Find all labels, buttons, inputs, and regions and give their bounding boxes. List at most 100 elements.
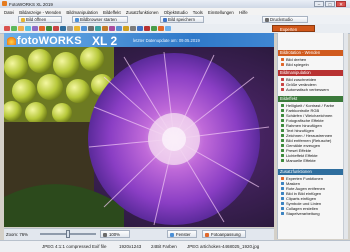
save-icon bbox=[162, 18, 167, 22]
text-icon bbox=[280, 128, 284, 133]
pencil-icon bbox=[280, 133, 284, 138]
photo-adjust-button[interactable]: Fotoanpassung bbox=[202, 230, 246, 238]
rotate-icon bbox=[280, 57, 284, 62]
frame-icon bbox=[280, 123, 284, 128]
eye-icon bbox=[280, 186, 284, 191]
brightness-icon[interactable] bbox=[46, 25, 52, 31]
section-manipulation-title: Bildmanipulation bbox=[280, 70, 311, 75]
menu-zusatzfunktionen[interactable]: Zusatzfunktionen bbox=[126, 10, 159, 15]
window-title: FotoWORKS XL 2019 bbox=[9, 1, 53, 7]
color-icon[interactable] bbox=[53, 25, 59, 31]
resize-icon[interactable] bbox=[39, 25, 45, 31]
menu-tools[interactable]: Tools bbox=[193, 10, 203, 15]
camera-icon bbox=[280, 118, 284, 123]
magnifier-icon bbox=[103, 232, 107, 237]
brush-icon bbox=[280, 143, 284, 148]
status-format: JPEG 4:1:1 compressed Exif file bbox=[42, 243, 107, 249]
expert-functions-button[interactable]: Experten Funktionen bbox=[272, 25, 315, 39]
clipart-icon[interactable] bbox=[102, 25, 108, 31]
print-studio-button[interactable]: Druckstudio bbox=[262, 16, 308, 23]
mask-icon bbox=[280, 181, 284, 186]
section-rotation-header[interactable]: Bildrotation - Wenden bbox=[278, 50, 348, 56]
image-canvas[interactable] bbox=[4, 47, 274, 227]
close-button[interactable]: ✕ bbox=[336, 1, 346, 7]
redeye-icon[interactable] bbox=[116, 25, 122, 31]
star-icon bbox=[280, 176, 284, 181]
window-fit-button[interactable]: Fenster bbox=[167, 230, 197, 238]
magic-wand-icon bbox=[280, 87, 284, 92]
draw-icon[interactable] bbox=[88, 25, 94, 31]
menu-bildanzeige[interactable]: Bildanzeige - Wenden bbox=[19, 10, 61, 15]
status-bar: JPEG 4:1:1 compressed Exif file 1920x124… bbox=[0, 240, 350, 252]
crop-icon[interactable] bbox=[18, 25, 24, 31]
save-label: Bild speichern bbox=[168, 17, 195, 22]
logo-flame-icon bbox=[7, 35, 16, 45]
menu-bildmanipulation[interactable]: Bildmanipulation bbox=[66, 10, 98, 15]
section-rotation-title: Bildrotation - Wenden bbox=[280, 50, 321, 55]
manual-icon[interactable] bbox=[158, 25, 164, 31]
brightness-icon bbox=[280, 103, 284, 108]
section-manipulation-header[interactable]: Bildmanipulation bbox=[278, 70, 348, 76]
light-icon bbox=[280, 153, 284, 158]
panel-item-autofix[interactable]: Automatisch verbessern bbox=[278, 87, 348, 92]
zoom-slider-thumb[interactable] bbox=[66, 230, 70, 238]
preset-icon bbox=[280, 148, 284, 153]
collage-icon[interactable] bbox=[109, 25, 115, 31]
menu-datei[interactable]: Datei bbox=[4, 10, 14, 15]
open-image-label: Bild öffnen bbox=[26, 17, 47, 22]
text-icon[interactable] bbox=[67, 25, 73, 31]
panel-item-label: Bild spiegeln bbox=[286, 62, 309, 67]
zoom-icon[interactable] bbox=[165, 25, 171, 31]
section-effect-header[interactable]: Bildeffekt bbox=[278, 96, 348, 102]
menu-objektstudio[interactable]: Objektstudio bbox=[164, 10, 188, 15]
symbol-icon[interactable] bbox=[123, 25, 129, 31]
function-panel: Bildrotation - Wenden Bild drehen Bild s… bbox=[277, 33, 348, 239]
frame-icon[interactable] bbox=[74, 25, 80, 31]
mask-icon[interactable] bbox=[95, 25, 101, 31]
sharpen-icon[interactable] bbox=[60, 25, 66, 31]
redo-icon[interactable] bbox=[11, 25, 17, 31]
picture-icon bbox=[280, 191, 284, 196]
minimize-button[interactable]: – bbox=[314, 1, 324, 7]
effect-icon[interactable] bbox=[81, 25, 87, 31]
preset-icon[interactable] bbox=[137, 25, 143, 31]
light-icon[interactable] bbox=[144, 25, 150, 31]
shapes-icon bbox=[280, 201, 284, 206]
menu-hilfe[interactable]: Hilfe bbox=[239, 10, 248, 15]
section-extra-header[interactable]: Zusatzfunktionen bbox=[278, 169, 348, 175]
menu-bildeffekt[interactable]: Bildeffekt bbox=[103, 10, 121, 15]
batch-icon bbox=[280, 211, 284, 216]
open-image-button[interactable]: Bild öffnen bbox=[18, 16, 62, 23]
rotate-icon[interactable] bbox=[25, 25, 31, 31]
section-extra-title: Zusatzfunktionen bbox=[280, 169, 312, 174]
artichoke-photo bbox=[4, 47, 274, 227]
panel-scrollbar[interactable] bbox=[343, 33, 348, 239]
print-studio-label: Druckstudio bbox=[270, 17, 293, 22]
menu-einstellungen[interactable]: Einstellungen bbox=[208, 10, 234, 15]
logo-xl: XL 2 bbox=[92, 34, 118, 48]
paint-icon[interactable] bbox=[151, 25, 157, 31]
panel-item-mirror[interactable]: Bild spiegeln bbox=[278, 62, 348, 67]
photo-adjust-label: Fotoanpassung bbox=[211, 232, 241, 237]
batch-icon[interactable] bbox=[130, 25, 136, 31]
crop-icon bbox=[280, 77, 284, 82]
panel-item-label: Manuelle Effekte bbox=[286, 158, 316, 163]
panel-item-batch[interactable]: Stapelverarbeitung bbox=[278, 211, 348, 216]
browser-button[interactable]: Bildbrowser starten bbox=[72, 16, 128, 23]
mirror-icon[interactable] bbox=[32, 25, 38, 31]
fit-100-button[interactable]: 100% bbox=[100, 230, 130, 238]
collage-icon bbox=[280, 206, 284, 211]
folder-icon bbox=[20, 18, 25, 22]
sharpen-icon bbox=[280, 113, 284, 118]
undo-icon[interactable] bbox=[4, 25, 10, 31]
fit-100-label: 100% bbox=[109, 232, 120, 237]
browser-label: Bildbrowser starten bbox=[80, 17, 117, 22]
save-image-button[interactable]: Bild speichern bbox=[160, 16, 204, 23]
app-icon bbox=[2, 1, 7, 6]
maximize-button[interactable]: □ bbox=[325, 1, 335, 7]
panel-item-manual[interactable]: Manuelle Effekte bbox=[278, 158, 348, 163]
mirror-icon bbox=[280, 62, 284, 67]
window-icon bbox=[170, 232, 174, 237]
section-effect-title: Bildeffekt bbox=[280, 96, 298, 101]
printer-icon bbox=[264, 18, 269, 22]
